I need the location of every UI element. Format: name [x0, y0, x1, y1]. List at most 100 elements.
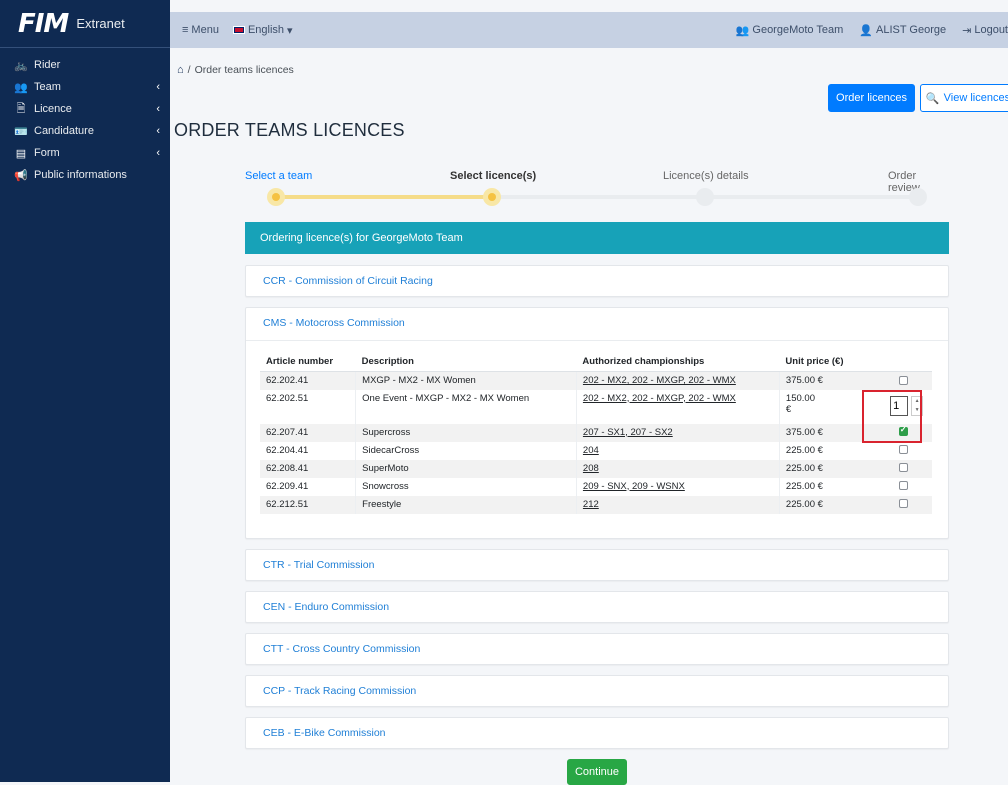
topbar: ≡ Menu English ▾ 👥 GeorgeMoto Team 👤 ALI…: [170, 12, 1008, 48]
article-number: 62.204.41: [260, 441, 357, 460]
col-article-number: Article number: [260, 352, 356, 372]
order-stepper: Select a team Select licence(s) Licence(…: [245, 170, 949, 210]
select-checkbox[interactable]: [898, 375, 908, 385]
panel-ccp: CCP - Track Racing Commission: [245, 675, 949, 707]
bullhorn-icon: 📢: [14, 169, 28, 182]
sidebar-item-form[interactable]: ▤ Form ‹: [0, 142, 170, 164]
view-licences-label: View licences: [943, 92, 1008, 104]
logout-label: Logout: [974, 24, 1008, 36]
select-checkbox[interactable]: [898, 499, 908, 509]
commission-ctr-link[interactable]: CTR - Trial Commission: [246, 550, 948, 580]
step-select-team[interactable]: Select a team: [245, 170, 312, 182]
panel-ceb: CEB - E-Bike Commission: [245, 717, 949, 749]
sidebar-item-label: Form: [34, 147, 60, 159]
table-header-row: Article number Description Authorized ch…: [260, 352, 932, 372]
championships-link[interactable]: 209 - SNX, 209 - WSNX: [576, 477, 780, 496]
uk-flag-icon: [232, 26, 245, 34]
language-dropdown[interactable]: English ▾: [232, 24, 293, 37]
sidebar-item-licence[interactable]: 🗎 Licence ‹: [0, 98, 170, 120]
brand-name: Extranet: [76, 16, 125, 31]
championships-link[interactable]: 204: [576, 441, 780, 460]
users-icon: 👥: [14, 81, 28, 94]
price-cell: 225.00 €: [779, 442, 932, 460]
article-number: 62.207.41: [260, 423, 357, 442]
sidebar: FIM Extranet 🚲 Rider 👥 Team ‹ 🗎 Licence …: [0, 0, 170, 782]
table-row: 62.202.51 One Event - MXGP - MX2 - MX Wo…: [260, 389, 932, 424]
col-description: Description: [355, 352, 577, 372]
sidebar-item-label: Public informations: [34, 169, 127, 181]
user-icon: 👤: [859, 24, 873, 37]
fim-logo: FIM: [18, 8, 69, 39]
bicycle-icon: 🚲: [14, 59, 28, 72]
home-icon[interactable]: ⌂: [177, 64, 184, 76]
description: One Event - MXGP - MX2 - MX Women: [355, 389, 577, 424]
hamburger-icon: ≡: [182, 24, 189, 36]
championships-link[interactable]: 202 - MX2, 202 - MXGP, 202 - WMX: [576, 389, 780, 424]
table-row: 62.208.41 SuperMoto 208 225.00 €: [260, 459, 932, 478]
panel-cms: CMS - Motocross Commission Article numbe…: [245, 307, 949, 539]
ordering-header: Ordering licence(s) for GeorgeMoto Team: [245, 222, 949, 254]
panel-divider: [246, 340, 948, 341]
commission-ceb-link[interactable]: CEB - E-Bike Commission: [246, 718, 948, 748]
panel-ccr: CCR - Commission of Circuit Racing: [245, 265, 949, 297]
sidebar-item-public-informations[interactable]: 📢 Public informations: [0, 164, 170, 186]
chevron-left-icon: ‹: [156, 125, 160, 137]
select-checkbox[interactable]: [898, 481, 908, 491]
article-number: 62.202.51: [260, 389, 357, 424]
article-number: 62.208.41: [260, 459, 357, 478]
article-number: 62.209.41: [260, 477, 357, 496]
unit-price: 225.00 €: [785, 444, 823, 456]
commission-cen-link[interactable]: CEN - Enduro Commission: [246, 592, 948, 622]
championships-link[interactable]: 202 - MX2, 202 - MXGP, 202 - WMX: [576, 371, 780, 390]
sidebar-item-team[interactable]: 👥 Team ‹: [0, 76, 170, 98]
menu-toggle[interactable]: ≡ Menu: [182, 24, 219, 36]
description: SidecarCross: [355, 441, 577, 460]
unit-price: 225.00 €: [785, 462, 823, 474]
page-title: ORDER TEAMS LICENCES: [174, 120, 405, 140]
championships-link[interactable]: 212: [576, 495, 780, 514]
caret-down-icon: ▾: [287, 24, 293, 37]
step-dot-1[interactable]: [267, 188, 285, 206]
continue-button[interactable]: Continue: [567, 759, 627, 785]
sidebar-item-label: Rider: [34, 59, 61, 71]
order-licences-button[interactable]: Order licences: [828, 84, 915, 112]
commission-ccp-link[interactable]: CCP - Track Racing Commission: [246, 676, 948, 706]
logout-link[interactable]: ⇥ Logout: [962, 24, 1008, 37]
stepper-progress: [276, 195, 492, 199]
unit-price: 225.00 €: [785, 498, 823, 510]
panel-ctr: CTR - Trial Commission: [245, 549, 949, 581]
breadcrumb-current: Order teams licences: [194, 64, 294, 76]
logout-icon: ⇥: [962, 24, 972, 37]
panel-ctt: CTT - Cross Country Commission: [245, 633, 949, 665]
price-cell: 225.00 €: [779, 478, 932, 496]
team-link[interactable]: 👥 GeorgeMoto Team: [736, 24, 844, 37]
col-unit-price: Unit price (€): [779, 352, 932, 372]
description: Supercross: [355, 423, 577, 442]
table-row: 62.204.41 SidecarCross 204 225.00 €: [260, 441, 932, 460]
price-cell: 225.00 €: [779, 495, 932, 514]
step-dot-2: [483, 188, 501, 206]
commission-ccr-link[interactable]: CCR - Commission of Circuit Racing: [246, 266, 948, 296]
quantity-highlight-box: [862, 390, 922, 443]
sidebar-item-rider[interactable]: 🚲 Rider: [0, 54, 170, 76]
select-checkbox[interactable]: [898, 445, 908, 455]
description: SuperMoto: [355, 459, 577, 478]
view-licences-button[interactable]: 🔍 View licences: [920, 84, 1008, 112]
unit-price: 150.00 €: [785, 392, 815, 415]
user-link[interactable]: 👤 ALIST George: [859, 24, 946, 37]
commission-ctt-link[interactable]: CTT - Cross Country Commission: [246, 634, 948, 664]
table-row: 62.209.41 Snowcross 209 - SNX, 209 - WSN…: [260, 477, 932, 496]
search-icon: 🔍: [925, 92, 940, 105]
panel-cen: CEN - Enduro Commission: [245, 591, 949, 623]
brand[interactable]: FIM Extranet: [0, 0, 170, 48]
championships-link[interactable]: 208: [576, 459, 780, 478]
article-number: 62.202.41: [260, 371, 357, 390]
table-row: 62.207.41 Supercross 207 - SX1, 207 - SX…: [260, 423, 932, 442]
menu-label: Menu: [191, 24, 219, 36]
championships-link[interactable]: 207 - SX1, 207 - SX2: [576, 423, 780, 442]
select-checkbox[interactable]: [898, 463, 908, 473]
commission-cms-link[interactable]: CMS - Motocross Commission: [246, 308, 948, 338]
sidebar-item-candidature[interactable]: 🪪 Candidature ‹: [0, 120, 170, 142]
licences-table: Article number Description Authorized ch…: [260, 352, 932, 514]
step-select-licences: Select licence(s): [450, 170, 537, 182]
